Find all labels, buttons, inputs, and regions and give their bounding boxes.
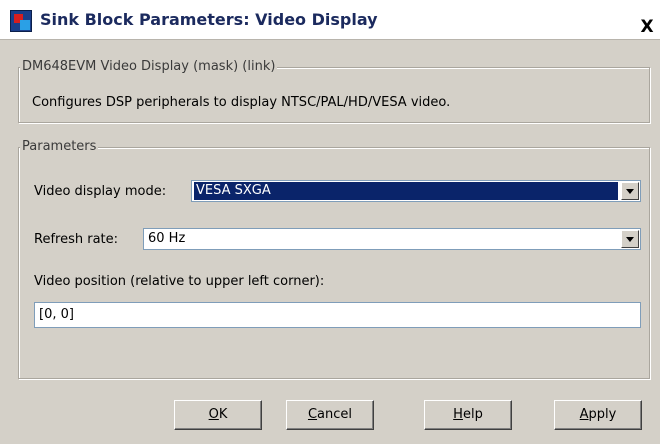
cancel-button[interactable]: Cancel — [286, 400, 374, 430]
help-label-rest: elp — [462, 407, 483, 422]
refresh-rate-value: 60 Hz — [148, 231, 186, 246]
close-button[interactable]: X — [636, 16, 658, 38]
mask-group: DM648EVM Video Display (mask) (link) Con… — [18, 59, 650, 123]
title-bar: Sink Block Parameters: Video Display X — [0, 0, 660, 40]
chevron-down-icon[interactable] — [621, 230, 639, 248]
cancel-label-rest: ancel — [317, 407, 353, 422]
window-title: Sink Block Parameters: Video Display — [40, 10, 378, 29]
ok-button[interactable]: OK — [174, 400, 262, 430]
display-mode-label: Video display mode: — [34, 184, 167, 199]
display-mode-select[interactable]: VESA SXGA — [191, 180, 641, 202]
mask-description: Configures DSP peripherals to display NT… — [32, 95, 451, 110]
mask-legend: DM648EVM Video Display (mask) (link) — [20, 59, 278, 74]
help-button[interactable]: Help — [424, 400, 512, 430]
ok-mnemonic: O — [208, 407, 219, 422]
position-label: Video position (relative to upper left c… — [34, 274, 325, 289]
apply-label-rest: pply — [588, 407, 617, 422]
apply-button[interactable]: Apply — [554, 400, 642, 430]
chevron-down-icon[interactable] — [621, 182, 639, 200]
display-mode-value: VESA SXGA — [194, 182, 618, 200]
refresh-rate-select[interactable]: 60 Hz — [143, 228, 641, 250]
simulink-block-icon — [10, 10, 32, 32]
apply-mnemonic: A — [579, 407, 589, 422]
parameters-legend: Parameters — [20, 139, 99, 154]
refresh-rate-label: Refresh rate: — [34, 232, 119, 247]
position-input[interactable]: [0, 0] — [34, 302, 641, 328]
help-mnemonic: H — [453, 407, 463, 422]
parameters-group: Parameters Video display mode: VESA SXGA… — [18, 139, 650, 379]
cancel-mnemonic: C — [307, 407, 318, 422]
ok-label-rest: K — [218, 407, 228, 422]
